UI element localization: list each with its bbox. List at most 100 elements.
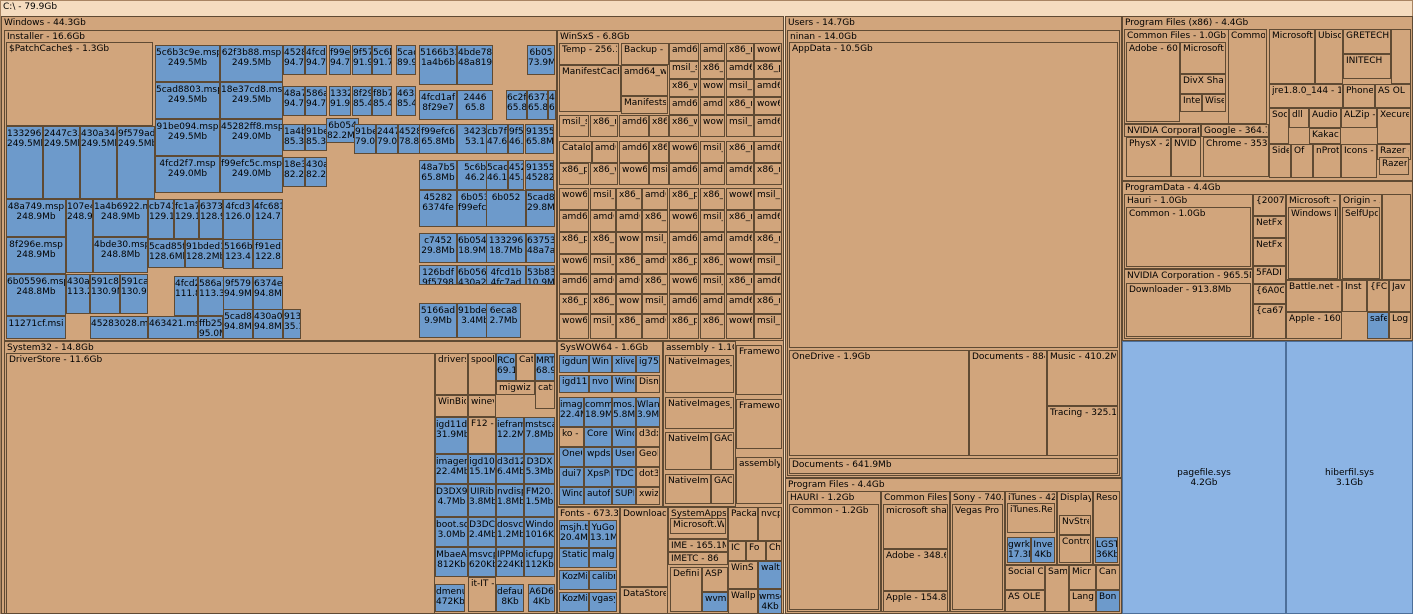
folder-x86-chrome[interactable]: Chrome - 353. [1203,137,1269,177]
folder-backup[interactable]: Backup - 1 [621,43,669,65]
folder-winsxs-item-62[interactable]: x86_m [754,232,782,254]
file-installer-35[interactable]: 5c6b91.7 [372,45,392,75]
folder-x86-nprot[interactable]: nProt [1313,144,1341,178]
folder-winsxs-item-36[interactable]: amd64 [700,163,725,185]
folder-x86-xecure[interactable]: Xecure [1377,108,1411,144]
folder-winsxs-item-88[interactable]: msil_s [590,314,616,339]
folder-pd-battlenet[interactable]: Battle.net - [1286,280,1342,312]
file-installer-11[interactable]: 9f579ad 249.5Mb [117,126,155,199]
item-syswow64-27[interactable]: xwiza [636,487,660,505]
folder-winsxs-item-26[interactable]: x86_m [649,141,669,163]
item-system32-21[interactable]: boot.sd 3.0Mb [435,517,468,547]
folder-pd-netfx2[interactable]: NetFx [1253,238,1286,266]
item-system32-4[interactable]: MRT68.9 [535,353,555,381]
folder-manifests[interactable]: Manifests - [621,96,668,114]
file-installer-53[interactable]: 5166b 123.4 [223,239,253,269]
item-syswow64-7[interactable]: Dism [636,375,660,393]
file-installer-61[interactable]: 5166b331a4b6b [419,45,457,85]
folder-pd-windows-d[interactable]: Windows D [1288,207,1338,279]
item-system32-14[interactable]: igd10 15.1M [468,454,496,484]
item-syswow64-15[interactable]: d3dx1 [636,427,660,447]
file-installer-18[interactable]: 430a113.2M [66,274,90,314]
file-installer-36[interactable]: 5cad89.9 [396,45,416,75]
folder-winsxs-item-15[interactable]: wow6 [754,97,782,115]
folder-winsxs-item-18[interactable]: amd64_n [619,115,649,137]
folder-winsxs-item-29[interactable]: x86_n [726,141,754,163]
item-system32-3[interactable]: Cat [516,353,535,381]
folder-x86-gretech[interactable]: GRETECH [1343,29,1391,54]
folder-imetc[interactable]: IMETC - 86 [668,552,728,565]
folder-bon[interactable]: Bon [1096,590,1120,612]
file-installer-16[interactable]: 4bde30.msp 248.8Mb [93,237,148,273]
folder-winsxs-item-27[interactable]: wow6 [669,141,699,163]
folder-winsxs-item-0[interactable]: amd64 [669,43,699,61]
folder-winsxs-item-22[interactable]: msil_n [726,115,754,137]
folder-gac2[interactable]: GAC [711,474,734,504]
folder-nvstre[interactable]: NvStre [1059,515,1091,535]
folder-native3[interactable]: NativeImag [665,432,711,470]
folder-sam[interactable]: Sam [1045,565,1069,612]
folder-x86-phone[interactable]: Phone [1343,84,1375,108]
file-installer-13[interactable]: 107e4248.9M [66,199,93,273]
file-installer-1[interactable]: 62f3b88.msp 249.5Mb [220,45,283,82]
file-installer-85[interactable]: 133296 18.7Mb [486,233,526,263]
folder-lang[interactable]: Lang [1069,590,1096,612]
folder-pd-common[interactable]: Common - 1.0Gb [1126,207,1251,267]
item-syswow64-6[interactable]: Windo [612,375,636,393]
folder-catalogs[interactable]: Catalog [559,141,592,163]
folder-winsxs-item-71[interactable]: amd6_ [559,274,589,294]
file-installer-76[interactable]: 5cad 46.1 [486,160,508,190]
file-installer-59[interactable]: 430a094.8Mb [253,309,283,339]
folder-winsxs-item-9[interactable]: wow64 [700,79,725,97]
item-system32-17[interactable]: D3DX9 4.7Mb [435,484,468,517]
file-installer-30[interactable]: 4fcd2111.8 [174,276,198,316]
item-system32-18[interactable]: UIRib 3.8Mb [468,484,496,517]
item-syswow64-23[interactable]: dot3n [636,467,660,487]
folder-winsxs-item-84[interactable]: amd64 [700,294,725,314]
item-syswow64-5[interactable]: nvo [589,375,612,393]
file-installer-66[interactable]: 6c2f 65.8 [506,90,527,120]
file-installer-47[interactable]: 430a82.2 [305,157,327,187]
folder-x86-physx[interactable]: PhysX - 2( [1126,137,1171,177]
item-syswow64-16[interactable]: OneC [559,447,584,467]
folder-pd-apple[interactable]: Apple - 160. [1286,312,1342,339]
folder-winsxs-item-54[interactable]: amd64_n [754,210,782,232]
folder-social[interactable]: Social C [1005,565,1045,590]
file-inve[interactable]: Inve 4Kb [1031,537,1055,563]
file-installer-2[interactable]: 5cad8803.msp 249.5Mb [155,82,220,119]
folder-x86-microsoft2[interactable]: Microsoft [1269,29,1315,84]
folder-winsxs-item-20[interactable]: x86_w [669,115,699,137]
item-syswow64-20[interactable]: dui70 [559,467,584,487]
item-system32-1[interactable]: spool [468,353,496,395]
folder-apple[interactable]: Apple - 154.8M [883,591,948,612]
folder-pd-fc[interactable]: {FC [1367,280,1389,312]
folder-x86-asol[interactable]: AS OL [1375,84,1411,108]
folder-x86-razer2[interactable]: Razer [1379,157,1409,175]
folder-winsxs-item-91[interactable]: x86_p [669,314,699,339]
folder-winsxs-item-3[interactable]: wow6 [754,43,782,61]
folder-winsxs-item-76[interactable]: msil_s [700,274,725,294]
file-installer-9[interactable]: 2447c3.249.5Mb [43,126,80,199]
item-syswow64-1[interactable]: Win [589,355,612,373]
file-installer-15[interactable]: 8f296e.msp 248.9Mb [6,237,66,274]
folder-winsxs-item-50[interactable]: x86_m [642,210,668,232]
item-syswow64-4[interactable]: igd11dx [559,375,589,393]
folder-pd-selfupd[interactable]: SelfUpd [1342,207,1380,279]
folder-winsxs-item-48[interactable]: amd64 [590,210,616,232]
item-system32-29[interactable]: dmenu472Kb [435,584,465,612]
item-syswow64-26[interactable]: SUPE [612,487,636,505]
item-system32-19[interactable]: nvdisp1.8Mb [496,484,524,517]
folder-winsxs-item-55[interactable]: x86_p [559,232,589,254]
folder-winsxs-item-86[interactable]: x86_m [754,294,782,314]
file-installer-21[interactable]: 11271cf.msi [6,316,66,339]
file-installer-58[interactable]: 5cad894.8Mb [223,309,253,339]
folder-micr[interactable]: Micr [1069,565,1096,590]
folder-winsxs-item-32[interactable]: x86_w [590,163,618,185]
folder-winsxs-item-49[interactable]: amd6 [616,210,642,232]
file-hiberfil[interactable]: hiberfil.sys 3.1Gb [1286,341,1413,614]
file-installer-42[interactable]: 463585.4 [396,86,416,116]
item-syswow64-2[interactable]: xlive. [612,355,636,373]
folder-x86-alzip[interactable]: ALZip - [1341,108,1377,128]
folder-microsoft-share[interactable]: microsoft share [883,504,948,549]
file-installer-4[interactable]: 91be094.msp 249.5Mb [155,119,220,156]
